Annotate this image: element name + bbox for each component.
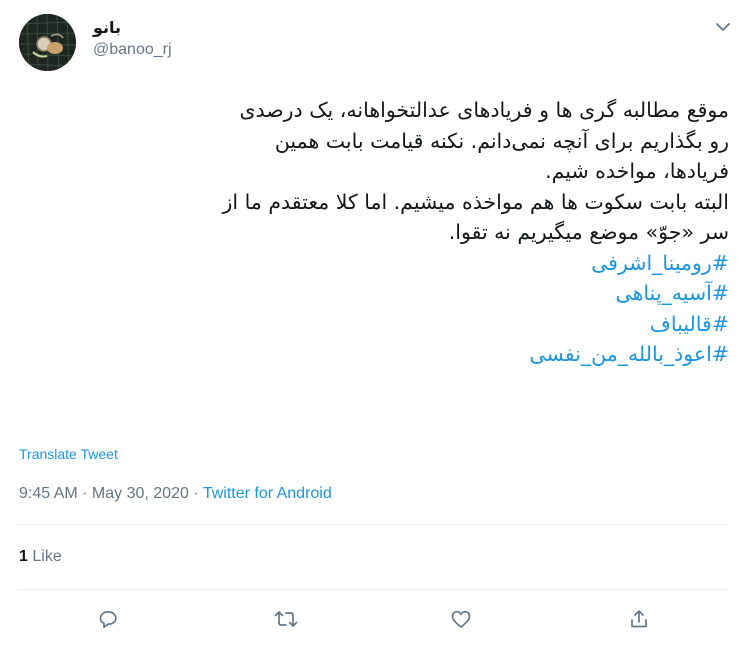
- tweet-header: بانو @banoo_rj: [19, 14, 734, 74]
- divider: [19, 589, 729, 590]
- meta-separator: ·: [77, 485, 92, 502]
- reply-icon: [96, 607, 120, 635]
- tweet-meta: 9:45 AM · May 30, 2020 · Twitter for And…: [19, 485, 332, 503]
- tweet-text: موقع مطالبه گری ها و فریادهای عدالتخواها…: [19, 95, 729, 370]
- retweet-button[interactable]: [269, 604, 303, 638]
- tweet-text-line: سر «جوّ» موضع میگیریم نه تقوا.: [448, 220, 729, 244]
- author-names: بانو @banoo_rj: [93, 17, 172, 61]
- likes-label: Like: [32, 548, 62, 565]
- tweet-date[interactable]: May 30, 2020: [92, 485, 189, 502]
- translate-tweet-link[interactable]: Translate Tweet: [19, 446, 118, 462]
- tweet-text-line: موقع مطالبه گری ها و فریادهای عدالتخواها…: [239, 98, 729, 122]
- hashtag-link[interactable]: #اعوذ_بالله_من_نفسی: [19, 339, 729, 370]
- hashtag-link[interactable]: #رومینا_اشرفی: [19, 248, 729, 279]
- tweet-text-line: فریادها، مواخده شیم.: [545, 159, 729, 183]
- display-name[interactable]: بانو: [93, 17, 172, 39]
- tweet-time[interactable]: 9:45 AM: [19, 485, 78, 502]
- tweet-card: بانو @banoo_rj موقع مطالبه گری ها و فریا…: [0, 0, 748, 650]
- heart-icon: [449, 607, 473, 635]
- likes-summary[interactable]: 1 Like: [19, 548, 62, 566]
- chevron-down-icon[interactable]: [712, 16, 734, 38]
- tweet-actions: [19, 604, 729, 638]
- share-icon: [627, 607, 651, 635]
- divider: [19, 524, 729, 525]
- meta-separator: ·: [188, 485, 203, 502]
- reply-button[interactable]: [91, 604, 125, 638]
- retweet-icon: [273, 607, 299, 635]
- hashtag-link[interactable]: #آسیه_پناهی: [19, 278, 729, 309]
- hashtag-link[interactable]: #قالیباف: [19, 309, 729, 340]
- author-handle[interactable]: @banoo_rj: [93, 39, 172, 61]
- tweet-text-line: البته بابت سکوت ها هم مواخذه میشیم. اما …: [222, 189, 729, 214]
- share-button[interactable]: [622, 604, 656, 638]
- tweet-text-line: رو بگذاریم برای آنچه نمی‌دانم. نکنه قیام…: [274, 128, 729, 153]
- like-button[interactable]: [444, 604, 478, 638]
- avatar[interactable]: [19, 14, 76, 71]
- tweet-source-link[interactable]: Twitter for Android: [203, 485, 332, 502]
- likes-count: 1: [19, 548, 28, 565]
